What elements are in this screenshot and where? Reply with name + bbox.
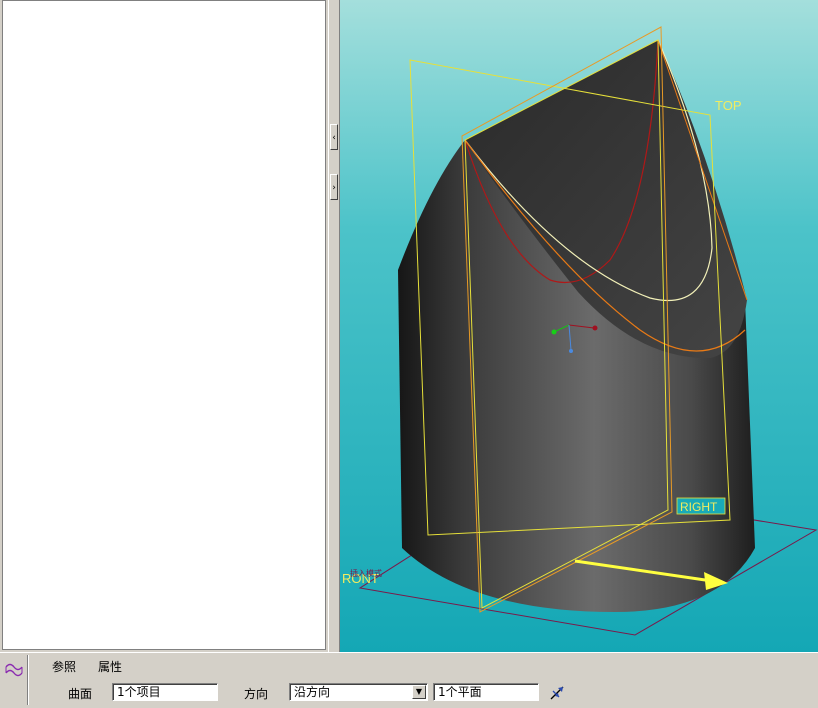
tab-references[interactable]: 参照 [52,658,76,675]
expand-panel-button[interactable]: › [330,174,338,200]
surface-label: 曲面 [68,687,93,701]
3d-viewport[interactable]: TOP RIGHT RONT 插入模式 [340,0,818,652]
feature-dashboard: 参照 属性 曲面 1个项目 方向 沿方向 ▼ 1个平面 [0,652,818,708]
surface-collector[interactable]: 1个项目 [112,683,218,701]
right-datum-label: RIGHT [680,500,718,514]
model-tree-panel [0,0,328,652]
panel-splitter[interactable]: ‹ › [328,0,340,652]
plane-collector[interactable]: 1个平面 [433,683,539,701]
y-axis-dot [592,325,598,331]
collapse-panel-button[interactable]: ‹ [330,124,338,150]
insert-mode-marker: 插入模式 [350,568,382,578]
z-axis-dot [569,349,573,353]
dashboard-separator [27,655,29,705]
tab-properties[interactable]: 属性 [98,658,122,675]
direction-select-value: 沿方向 [294,685,331,699]
surface-feature-icon [5,663,23,677]
model-view[interactable]: TOP RIGHT RONT 插入模式 [340,0,818,652]
model-tree[interactable] [2,0,326,650]
direction-select[interactable]: 沿方向 ▼ [289,683,428,701]
top-datum-label: TOP [715,98,742,113]
x-axis-dot [551,329,557,335]
chevron-down-icon[interactable]: ▼ [412,685,426,699]
direction-label: 方向 [244,687,269,701]
flip-direction-icon[interactable] [547,683,567,703]
